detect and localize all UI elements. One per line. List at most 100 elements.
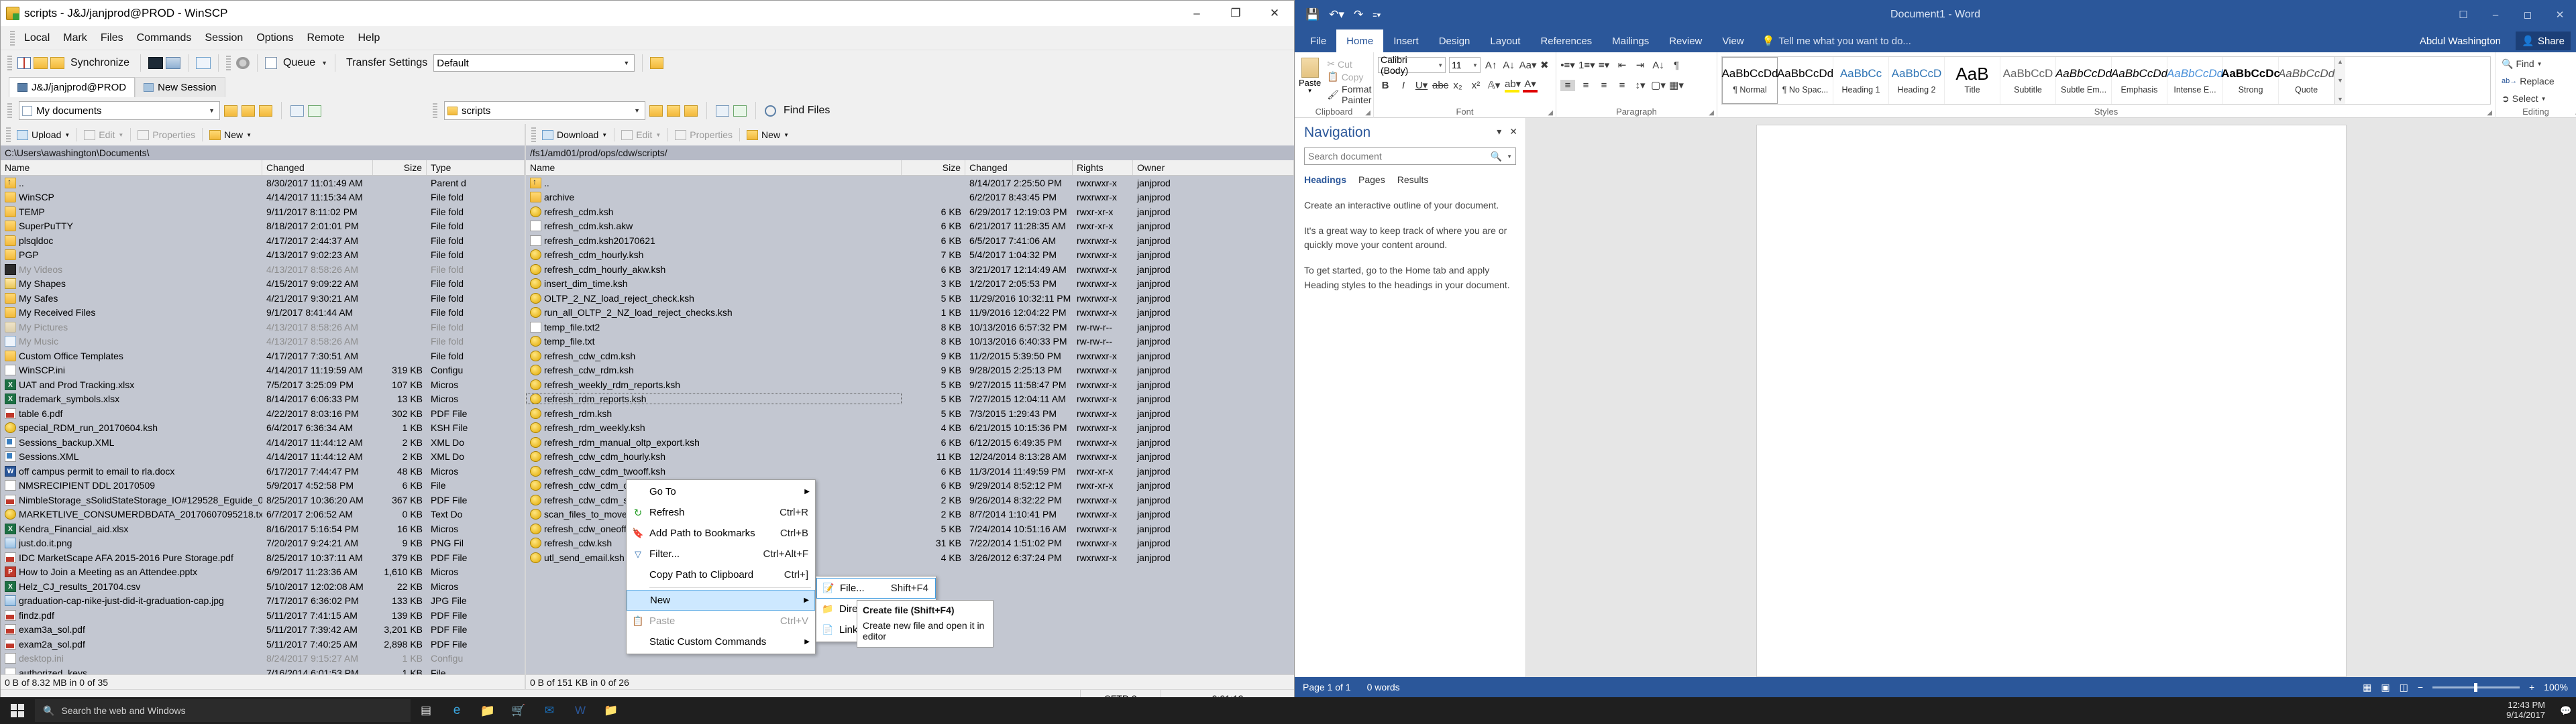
superscript-icon[interactable]: x²: [1468, 80, 1483, 91]
nav-tab-pages[interactable]: Pages: [1358, 174, 1385, 185]
nav-tab-headings[interactable]: Headings: [1304, 174, 1346, 185]
remote-context-menu[interactable]: Go To▶↻RefreshCtrl+R🔖Add Path to Bookmar…: [626, 479, 816, 654]
menubar-gripper[interactable]: [10, 31, 15, 46]
remote-up-icon[interactable]: [684, 105, 698, 117]
remote-home-icon[interactable]: [716, 105, 729, 117]
style-item[interactable]: AaBbCcDdSubtle Em...: [2056, 57, 2112, 104]
replace-button[interactable]: ab→Replace: [2500, 72, 2572, 90]
page-indicator[interactable]: Page 1 of 1: [1303, 682, 1367, 692]
table-row[interactable]: refresh_cdw_rdm.ksh9 KB9/28/2015 2:25:13…: [526, 363, 1294, 378]
table-row[interactable]: WinSCP.ini4/14/2017 11:19:59 AM319 KBCon…: [1, 363, 525, 378]
table-row[interactable]: refresh_cdw_cdm_twooff.ksh6 KB11/3/2014 …: [526, 464, 1294, 479]
italic-icon[interactable]: I: [1396, 80, 1411, 91]
toolbar-gripper-2[interactable]: [226, 56, 231, 70]
paste-dropdown-icon[interactable]: ▼: [1307, 88, 1313, 94]
table-row[interactable]: Woff campus permit to email to rla.docx6…: [1, 464, 525, 479]
remote-properties-icon[interactable]: [675, 130, 686, 140]
table-row[interactable]: just.do.it.png7/20/2017 9:24:21 AM9 KBPN…: [1, 536, 525, 551]
remote-col-rights[interactable]: Rights: [1073, 160, 1133, 175]
navigation-options-icon[interactable]: ▾: [1497, 126, 1501, 137]
style-item[interactable]: AaBbCcDdQuote: [2279, 57, 2334, 104]
strikethrough-icon[interactable]: abc: [1432, 80, 1447, 91]
submenu-item[interactable]: 📝File...Shift+F4: [816, 578, 936, 599]
styles-scroll-up-icon[interactable]: ▲: [2337, 58, 2343, 65]
session-tab-prod[interactable]: J&J/janjprod@PROD: [9, 77, 135, 97]
underline-icon[interactable]: U▾: [1414, 79, 1429, 91]
download-dropdown-icon[interactable]: ▼: [602, 132, 607, 138]
tab-layout[interactable]: Layout: [1480, 29, 1530, 52]
zoom-slider[interactable]: [2432, 686, 2520, 688]
print-layout-icon[interactable]: ▣: [2381, 682, 2390, 693]
format-painter-button[interactable]: 🖌Format Painter: [1325, 83, 1373, 106]
remote-forward-icon[interactable]: [667, 105, 680, 117]
menu-commands[interactable]: Commands: [130, 30, 199, 46]
context-menu-item[interactable]: Static Custom Commands▶: [627, 631, 815, 652]
split-panes-icon[interactable]: [17, 57, 31, 69]
style-item[interactable]: AaBbCcHeading 1: [1833, 57, 1889, 104]
table-row[interactable]: OLTP_2_NZ_load_reject_check.ksh5 KB11/29…: [526, 291, 1294, 306]
file-explorer-icon[interactable]: 📁: [472, 697, 503, 724]
styles-more-icon[interactable]: ▼: [2337, 96, 2343, 103]
font-family-combo[interactable]: Calibri (Body) ▼: [1378, 57, 1446, 73]
document-page[interactable]: [1756, 125, 2347, 677]
local-home-icon[interactable]: [290, 105, 304, 117]
table-row[interactable]: archive6/2/2017 8:43:45 PMrwxrwxr-xjanjp…: [526, 190, 1294, 205]
multilevel-list-icon[interactable]: ≡▾: [1597, 59, 1611, 71]
download-icon[interactable]: [542, 130, 553, 140]
increase-indent-icon[interactable]: ⇥: [1633, 59, 1648, 71]
remote-edit-button[interactable]: Edit: [636, 129, 652, 140]
ribbon-display-options-icon[interactable]: ☐: [2447, 0, 2479, 29]
tab-view[interactable]: View: [1712, 29, 1754, 52]
remote-new-dropdown-icon[interactable]: ▼: [784, 132, 789, 138]
putty-icon[interactable]: [166, 57, 180, 69]
context-menu-item[interactable]: 🔖Add Path to BookmarksCtrl+B: [627, 523, 815, 544]
queue-button[interactable]: Queue: [280, 56, 319, 70]
align-left-icon[interactable]: ≡: [1560, 80, 1575, 91]
zoom-level[interactable]: 100%: [2544, 682, 2568, 692]
table-row[interactable]: insert_dim_time.ksh3 KB1/2/2017 2:05:53 …: [526, 277, 1294, 292]
table-row[interactable]: Sessions_backup.XML4/14/2017 11:44:12 AM…: [1, 435, 525, 450]
style-item[interactable]: AaBbCcDdIntense E...: [2167, 57, 2223, 104]
menu-mark[interactable]: Mark: [56, 30, 94, 46]
remote-edit-icon[interactable]: [621, 130, 633, 140]
word-icon[interactable]: W: [565, 697, 596, 724]
table-row[interactable]: My Shapes4/15/2017 9:09:22 AMFile fold: [1, 277, 525, 292]
find-files-icon[interactable]: [765, 105, 776, 117]
table-row[interactable]: My Music4/13/2017 8:58:26 AMFile fold: [1, 335, 525, 349]
word-minimize-button[interactable]: –: [2479, 0, 2512, 29]
table-row[interactable]: refresh_weekly_rdm_reports.ksh5 KB9/27/2…: [526, 377, 1294, 392]
share-button[interactable]: 👤 Share: [2516, 32, 2571, 50]
table-row[interactable]: temp_file.txt28 KB10/13/2016 6:57:32 PMr…: [526, 320, 1294, 335]
numbering-icon[interactable]: 1≡▾: [1578, 59, 1593, 71]
table-row[interactable]: findz.pdf5/11/2017 7:41:15 AM139 KBPDF F…: [1, 608, 525, 623]
table-row[interactable]: ..8/14/2017 2:25:50 PMrwxrwxr-xjanjprod: [526, 176, 1294, 190]
tell-me-box[interactable]: 💡 Tell me what you want to do...: [1754, 29, 1911, 52]
word-restore-button[interactable]: ◻: [2512, 0, 2544, 29]
table-row[interactable]: WinSCP4/14/2017 11:15:34 AMFile fold: [1, 190, 525, 205]
copy-button[interactable]: 📋Copy: [1325, 70, 1373, 83]
font-size-combo[interactable]: 11 ▼: [1449, 57, 1481, 73]
remote-location-gripper[interactable]: [433, 103, 437, 118]
web-layout-icon[interactable]: ◫: [2400, 682, 2408, 693]
chevron-down-icon[interactable]: ▼: [1507, 154, 1512, 160]
local-refresh-icon[interactable]: [308, 105, 321, 117]
table-row[interactable]: NMSRECIPIENT DDL 201705095/9/2017 4:52:5…: [1, 479, 525, 493]
select-button[interactable]: ➲Select▼: [2500, 90, 2572, 107]
table-row[interactable]: XUAT and Prod Tracking.xlsx7/5/2017 3:25…: [1, 377, 525, 392]
styles-gallery[interactable]: AaBbCcDd¶ NormalAaBbCcDd¶ No Spac...AaBb…: [1721, 56, 2491, 105]
styles-dialog-launcher-icon[interactable]: ◢: [2487, 109, 2492, 117]
word-close-button[interactable]: ✕: [2544, 0, 2576, 29]
undo-icon[interactable]: ↶▾: [1329, 8, 1344, 21]
local-col-size[interactable]: Size: [373, 160, 427, 175]
transfer-settings-combo[interactable]: Default ▼: [433, 54, 635, 72]
table-row[interactable]: Sessions.XML4/14/2017 11:44:12 AM2 KBXML…: [1, 450, 525, 465]
table-row[interactable]: special_RDM_run_20170604.ksh6/4/2017 6:3…: [1, 421, 525, 436]
new-dropdown-icon[interactable]: ▼: [246, 132, 252, 138]
table-row[interactable]: ..8/30/2017 11:01:49 AMParent d: [1, 176, 525, 190]
shading-icon[interactable]: ▢▾: [1651, 79, 1666, 91]
table-row[interactable]: graduation-cap-nike-just-did-it-graduati…: [1, 594, 525, 609]
remote-col-changed[interactable]: Changed: [965, 160, 1073, 175]
menu-options[interactable]: Options: [250, 30, 300, 46]
context-menu-item[interactable]: Go To▶: [627, 481, 815, 502]
table-row[interactable]: IDC MarketScape AFA 2015-2016 Pure Stora…: [1, 550, 525, 565]
